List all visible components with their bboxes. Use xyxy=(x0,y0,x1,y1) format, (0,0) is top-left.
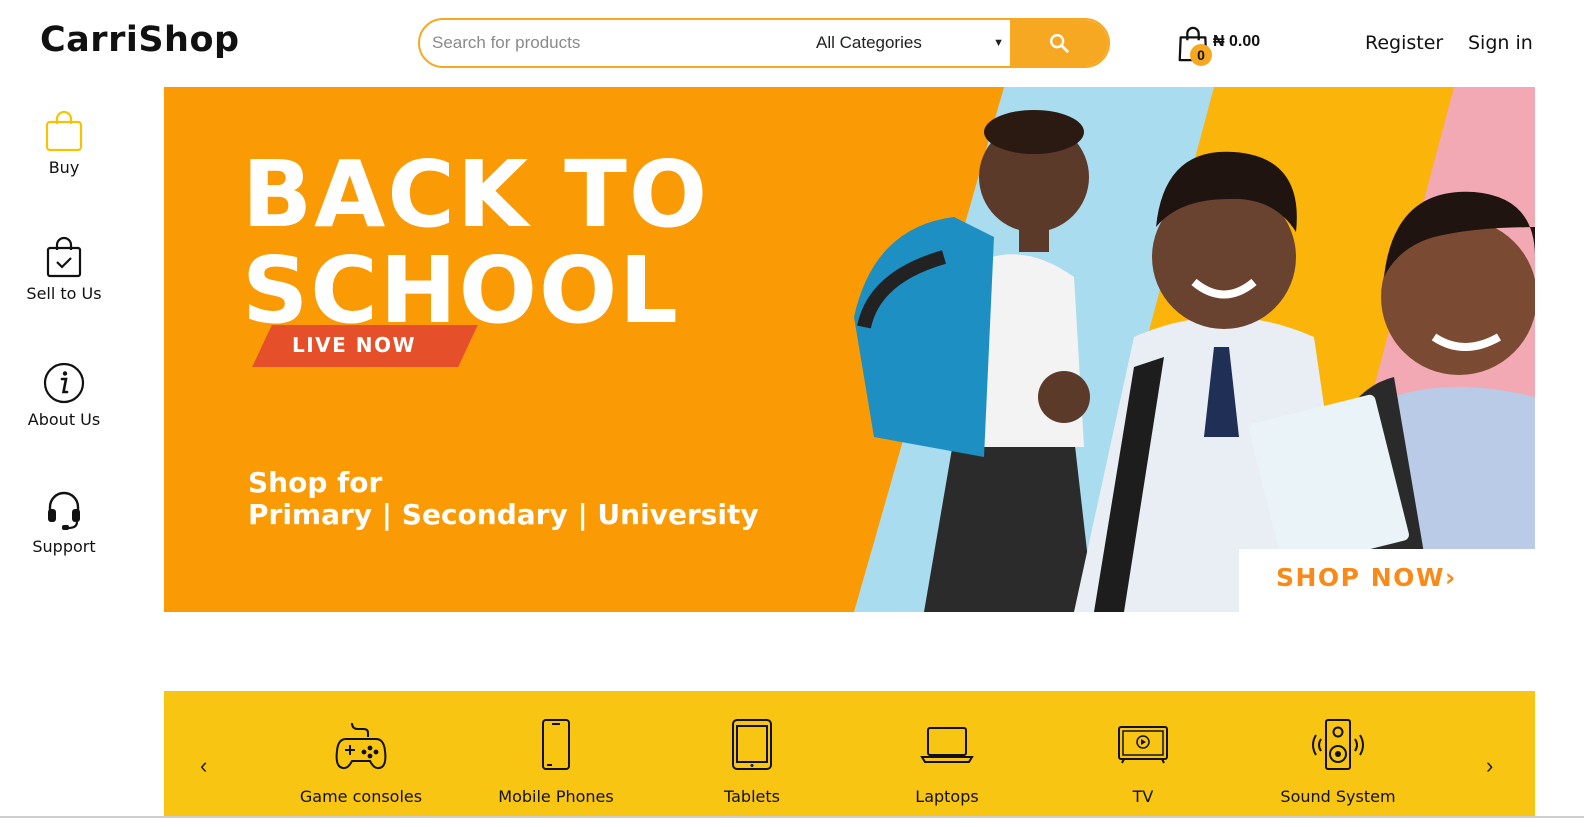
search-icon xyxy=(1050,34,1069,53)
cart-button[interactable]: 0 ₦ 0.00 xyxy=(1176,22,1276,68)
info-icon xyxy=(43,362,85,404)
header: CarriShop All Categories ▼ 0 ₦ 0.00 Regi… xyxy=(0,0,1584,87)
site-logo[interactable]: CarriShop xyxy=(40,20,240,60)
students-illustration xyxy=(854,110,1535,612)
tv-icon xyxy=(1118,726,1168,764)
sidebar-item-sell[interactable]: Sell to Us xyxy=(0,236,128,303)
category-tv[interactable]: TV xyxy=(1058,719,1228,806)
scrollbar-line xyxy=(0,816,1584,818)
sidebar-item-label: About Us xyxy=(27,410,101,429)
promo-banner[interactable]: BACK TO SCHOOL LIVE NOW Shop for Primary… xyxy=(164,87,1535,612)
category-sound-system[interactable]: Sound System xyxy=(1253,719,1423,806)
cart-count-badge: 0 xyxy=(1190,44,1212,66)
category-label: TV xyxy=(1132,787,1154,806)
sidebar-item-buy[interactable]: Buy xyxy=(0,110,128,177)
search-input[interactable] xyxy=(420,20,810,66)
category-laptops[interactable]: Laptops xyxy=(862,719,1032,806)
category-mobile-phones[interactable]: Mobile Phones xyxy=(471,719,641,806)
category-label: Mobile Phones xyxy=(498,787,614,806)
laptop-icon xyxy=(920,727,974,763)
category-select[interactable]: All Categories ▼ xyxy=(810,20,1010,66)
category-label: Laptops xyxy=(915,787,979,806)
speaker-icon xyxy=(1312,719,1364,770)
sign-in-link[interactable]: Sign in xyxy=(1468,32,1533,54)
search-bar: All Categories ▼ xyxy=(418,18,1110,68)
category-select-value: All Categories xyxy=(816,33,922,52)
sidebar-item-label: Sell to Us xyxy=(26,284,102,303)
category-game-consoles[interactable]: Game consoles xyxy=(276,719,446,806)
category-tablets[interactable]: Tablets xyxy=(667,719,837,806)
shop-now-label[interactable]: SHOP NOW› xyxy=(1276,563,1457,592)
carousel-prev-button[interactable]: ‹ xyxy=(200,753,207,779)
headset-icon xyxy=(48,491,80,530)
carousel-next-button[interactable]: › xyxy=(1486,753,1493,779)
category-carousel: ‹ › Game consoles Mobile Phones Tablets xyxy=(164,691,1535,827)
category-label: Tablets xyxy=(724,787,780,806)
shopping-bag-icon xyxy=(45,110,83,152)
chevron-down-icon: ▼ xyxy=(993,37,1004,49)
banner-levels: Primary | Secondary | University xyxy=(248,498,759,531)
category-label: Sound System xyxy=(1280,787,1396,806)
gamepad-icon xyxy=(335,722,387,770)
sidebar-item-about[interactable]: About Us xyxy=(0,362,128,429)
banner-title: BACK TO SCHOOL xyxy=(242,141,710,344)
bag-check-icon xyxy=(46,236,82,278)
mobile-phone-icon xyxy=(542,719,570,770)
tablet-icon xyxy=(732,719,772,770)
sidebar-item-support[interactable]: Support xyxy=(0,489,128,556)
category-label: Game consoles xyxy=(299,787,423,806)
live-now-text: LIVE NOW xyxy=(292,333,417,357)
banner-subtitle: Shop for xyxy=(248,466,383,499)
sidebar-item-label: Buy xyxy=(48,158,80,177)
cart-total: ₦ 0.00 xyxy=(1213,33,1261,50)
search-button[interactable] xyxy=(1010,20,1108,66)
sidebar-item-label: Support xyxy=(32,537,96,556)
register-link[interactable]: Register xyxy=(1365,32,1443,54)
